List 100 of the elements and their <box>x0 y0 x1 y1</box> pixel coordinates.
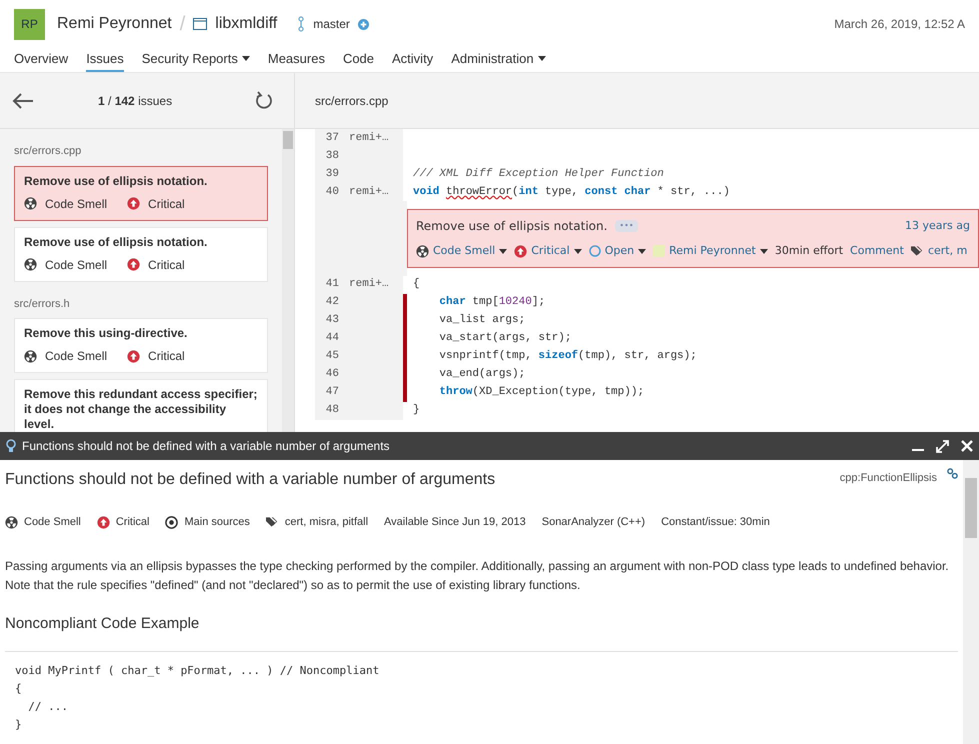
rule-scope: Main sources <box>184 515 250 530</box>
maximize-icon[interactable] <box>936 440 949 452</box>
tag-icon <box>266 516 279 528</box>
file-path: src/errors.cpp <box>14 144 82 159</box>
code-line: throw(XD_Exception(type, tmp)); <box>438 385 644 400</box>
organization-link[interactable]: Remi Peyronnet <box>57 12 172 36</box>
caret-icon <box>574 248 582 254</box>
up-arrow-circle-icon <box>127 197 140 210</box>
nav-tab[interactable]: Administration <box>451 48 546 72</box>
nav-tab[interactable]: Measures <box>268 48 325 72</box>
target-icon <box>165 516 178 529</box>
issue-title: Remove this redundant access specifier; it does not change the accessibility level. <box>24 387 258 432</box>
issue-card[interactable]: Remove use of ellipsis notation. Code Smell Critical <box>14 166 268 220</box>
rule-analyzer: SonarAnalyzer (C++) <box>542 515 646 530</box>
rule-tags: cert, misra, pitfall <box>284 514 368 530</box>
effort-label: 30min effort <box>774 243 844 259</box>
line-number: 42 <box>324 295 339 310</box>
code-line: } <box>412 403 420 418</box>
up-arrow-circle-icon <box>96 516 110 529</box>
type-dropdown[interactable]: Code Smell <box>416 243 508 260</box>
line-number: 40 <box>324 184 339 200</box>
code-example: void MyPrintf ( char_t * pFormat, ... ) // Noncompliant { // ... } <box>5 651 958 734</box>
radiation-icon <box>24 258 37 271</box>
nav-tab[interactable]: Code <box>342 48 374 72</box>
back-arrow-icon[interactable] <box>12 92 34 110</box>
rule-title: Functions should not be defined with a variable number of arguments <box>5 470 496 490</box>
rule-type: Code Smell <box>24 515 81 530</box>
caret-icon <box>242 56 250 61</box>
line-number: 43 <box>324 313 339 328</box>
severity-dropdown[interactable]: Critical <box>514 243 582 260</box>
project-avatar: RP <box>14 8 45 40</box>
issue-severity: Critical <box>148 348 185 365</box>
nav-tab[interactable]: Security Reports <box>142 48 250 72</box>
avatar-placeholder <box>653 245 666 258</box>
comment-button[interactable]: Comment <box>850 243 904 260</box>
issue-type: Code Smell <box>45 348 108 365</box>
scrollbar[interactable] <box>282 129 294 432</box>
branch-icon <box>297 16 306 32</box>
up-arrow-circle-icon <box>514 244 528 258</box>
up-arrow-circle-icon <box>127 258 140 271</box>
line-number: 48 <box>324 403 339 418</box>
lightbulb-icon <box>6 439 16 453</box>
file-path: src/errors.cpp <box>315 92 388 110</box>
scrollbar[interactable] <box>963 460 979 744</box>
line-number: 47 <box>324 385 339 400</box>
project-link[interactable]: libxmldiff <box>215 12 278 36</box>
code-line: char tmp[10240]; <box>438 295 546 310</box>
caret-icon <box>499 248 508 254</box>
rule-remediation: Constant/issue: 30min <box>661 515 770 530</box>
close-icon[interactable] <box>961 440 973 452</box>
radiation-icon <box>24 350 37 362</box>
repository-icon <box>193 18 208 30</box>
analysis-date: March 26, 2019, 12:52 A <box>834 16 965 33</box>
status-dropdown[interactable]: Open <box>588 243 646 260</box>
rule-since: Available Since Jun 19, 2013 <box>384 515 526 530</box>
add-circle-icon[interactable] <box>358 18 369 30</box>
code-line: { <box>412 277 420 292</box>
issue-message: Remove use of ellipsis notation. <box>416 218 608 235</box>
rule-severity: Critical <box>116 515 150 530</box>
nav-tab[interactable]: Overview <box>14 48 68 72</box>
issue-card[interactable]: Remove use of ellipsis notation. Code Smell Critical <box>14 226 268 282</box>
issue-card[interactable]: Remove this using-directive. Code Smell Critical <box>14 318 268 373</box>
issue-age: 13 years ag <box>905 218 970 234</box>
rule-description: Passing arguments via an ellipsis bypasses the type checking performed by the compiler. Additionally, passing an argument with non-POD class type leads to undefined behavior. Note that the rule specifies "defined" (and not "declared") so as to permit the use of existing library functions. <box>5 558 950 594</box>
caret-icon <box>760 248 768 254</box>
issue-severity: Critical <box>148 196 185 212</box>
radiation-icon <box>5 516 18 529</box>
file-path: src/errors.h <box>14 296 71 312</box>
branch-selector[interactable]: master <box>313 15 350 33</box>
link-icon[interactable] <box>947 468 958 479</box>
blame-author: remi+… <box>349 184 389 200</box>
issue-counter: 1 / 142 issues <box>98 92 172 110</box>
assignee-dropdown[interactable]: Remi Peyronnet <box>653 243 768 260</box>
radiation-icon <box>24 197 37 210</box>
line-number: 46 <box>324 367 339 382</box>
issue-card[interactable]: Remove this redundant access specifier; it does not change the accessibility level. <box>14 379 268 432</box>
line-number: 41 <box>324 277 339 292</box>
code-line: void throwError(int type, const char * str, ...) <box>412 184 730 200</box>
line-number: 39 <box>324 166 339 182</box>
caret-icon <box>538 56 546 61</box>
code-line: va_list args; <box>438 313 526 328</box>
line-number: 44 <box>324 331 339 346</box>
panel-title: Functions should not be defined with a variable number of arguments <box>22 438 390 455</box>
line-number: 37 <box>324 130 339 146</box>
rule-key: cpp:FunctionEllipsis <box>840 470 937 486</box>
issue-title: Remove use of ellipsis notation. <box>24 234 208 250</box>
radiation-icon <box>416 244 429 258</box>
blame-author: remi+… <box>349 277 389 292</box>
tag-icon <box>910 245 924 258</box>
nav-tab[interactable]: Activity <box>392 48 434 72</box>
blame-author: remi+… <box>349 130 389 146</box>
issue-type: Code Smell <box>45 196 108 212</box>
section-heading: Noncompliant Code Example <box>5 614 200 634</box>
refresh-icon[interactable] <box>254 90 274 110</box>
issue-title: Remove this using-directive. <box>24 326 188 341</box>
open-circle-icon <box>588 245 601 258</box>
tags-button[interactable]: cert, m <box>910 243 968 260</box>
code-line: /// XML Diff Exception Helper Function <box>412 166 664 182</box>
code-line: vsnprintf(tmp, sizeof(tmp), str, args); <box>438 348 697 364</box>
issue-title: Remove use of ellipsis notation. <box>24 174 208 188</box>
